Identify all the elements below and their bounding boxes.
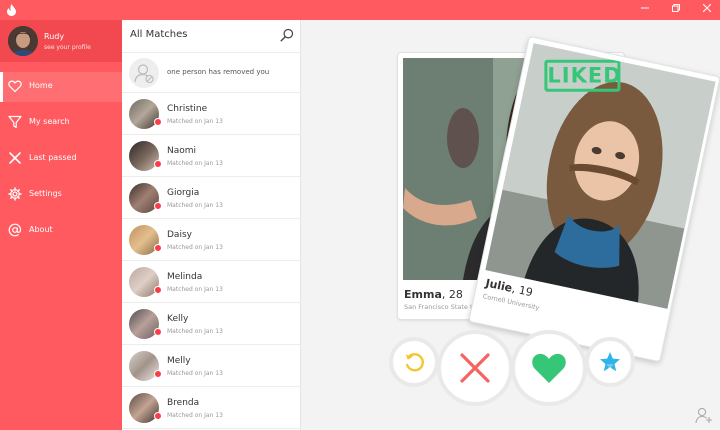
new-match-badge [154, 328, 162, 336]
sidebar-item-label: My search [29, 117, 70, 126]
match-name: Melly [167, 356, 191, 366]
sidebar-item-my-search[interactable]: My search [0, 108, 122, 138]
match-item-naomi[interactable]: Naomi Matched on Jan 13 [122, 135, 301, 177]
card-name-age: Emma, 28 [404, 288, 463, 301]
sidebar-item-settings[interactable]: Settings [0, 180, 122, 210]
match-name: Naomi [167, 146, 197, 156]
rewind-button[interactable] [389, 337, 439, 387]
sidebar: Rudy see your profile Home My search Las… [0, 20, 122, 430]
x-icon [460, 353, 490, 383]
matches-panel: All Matches one person has removed you C… [122, 20, 301, 430]
flame-icon [7, 4, 16, 16]
match-date: Matched on Jan 13 [167, 118, 223, 125]
new-match-badge [154, 244, 162, 252]
sidebar-item-label: Settings [29, 189, 62, 198]
heart-icon [8, 80, 22, 93]
sidebar-item-label: Home [29, 81, 53, 90]
match-name: Giorgia [167, 188, 200, 198]
match-item-daisy[interactable]: Daisy Matched on Jan 13 [122, 219, 301, 261]
at-icon [8, 223, 22, 237]
match-item-kelly[interactable]: Kelly Matched on Jan 13 [122, 303, 301, 345]
match-item-brenda[interactable]: Brenda Matched on Jan 13 [122, 387, 301, 429]
x-icon [9, 152, 21, 164]
sidebar-item-label: About [29, 225, 53, 234]
match-date: Matched on Jan 13 [167, 412, 223, 419]
minimize-icon [641, 7, 649, 9]
removed-notice[interactable]: one person has removed you [122, 52, 301, 93]
match-date: Matched on Jan 13 [167, 202, 223, 209]
liked-stamp: LIKED [544, 59, 622, 92]
heart-icon [532, 353, 566, 383]
match-item-melly[interactable]: Melly Matched on Jan 13 [122, 345, 301, 387]
matches-title: All Matches [130, 29, 188, 40]
match-date: Matched on Jan 13 [167, 328, 223, 335]
nope-button[interactable] [437, 330, 513, 406]
card-stack-area: Emma, 28 San Francisco State University … [301, 20, 720, 430]
maximize-button[interactable] [661, 0, 691, 20]
profile-name: Rudy [44, 32, 65, 41]
match-name: Melinda [167, 272, 203, 282]
new-match-badge [154, 202, 162, 210]
close-icon [702, 3, 712, 13]
match-date: Matched on Jan 13 [167, 370, 223, 377]
super-like-button[interactable] [585, 337, 635, 387]
new-match-badge [154, 118, 162, 126]
search-icon[interactable] [280, 28, 294, 42]
match-date: Matched on Jan 13 [167, 286, 223, 293]
like-button[interactable] [511, 330, 587, 406]
match-item-melinda[interactable]: Melinda Matched on Jan 13 [122, 261, 301, 303]
rewind-icon [405, 353, 424, 372]
match-name: Christine [167, 104, 208, 114]
card-age: 28 [448, 288, 463, 301]
match-item-christine[interactable]: Christine Matched on Jan 13 [122, 93, 301, 135]
title-bar [0, 0, 720, 20]
maximize-icon [672, 4, 680, 12]
match-item-giorgia[interactable]: Giorgia Matched on Jan 13 [122, 177, 301, 219]
avatar [8, 26, 38, 56]
sidebar-item-label: Last passed [29, 153, 77, 162]
card-age: 19 [517, 283, 534, 300]
profile-subtitle: see your profile [44, 44, 91, 51]
minimize-button[interactable] [630, 0, 660, 20]
match-name: Brenda [167, 398, 200, 408]
match-date: Matched on Jan 13 [167, 244, 223, 251]
new-match-badge [154, 286, 162, 294]
user-removed-icon [134, 64, 154, 84]
close-window-button[interactable] [692, 0, 720, 20]
sidebar-item-home[interactable]: Home [0, 72, 122, 102]
new-match-badge [154, 412, 162, 420]
match-date: Matched on Jan 13 [167, 160, 223, 167]
profile-photo: LIKED [485, 43, 716, 309]
removed-user-avatar [129, 58, 159, 88]
filter-icon [8, 115, 22, 129]
star-icon [600, 352, 620, 372]
removed-notice-text: one person has removed you [167, 68, 270, 76]
profile-link[interactable]: Rudy see your profile [0, 20, 122, 62]
match-name: Kelly [167, 314, 189, 324]
match-name: Daisy [167, 230, 192, 240]
match-list: Christine Matched on Jan 13 Naomi Matche… [122, 93, 301, 429]
card-name: Julie [484, 276, 514, 295]
add-user-icon[interactable] [695, 406, 713, 424]
sidebar-item-last-passed[interactable]: Last passed [0, 144, 122, 174]
new-match-badge [154, 370, 162, 378]
new-match-badge [154, 160, 162, 168]
sidebar-item-about[interactable]: About [0, 216, 122, 246]
gear-icon [8, 187, 22, 201]
card-name: Emma [404, 288, 442, 301]
